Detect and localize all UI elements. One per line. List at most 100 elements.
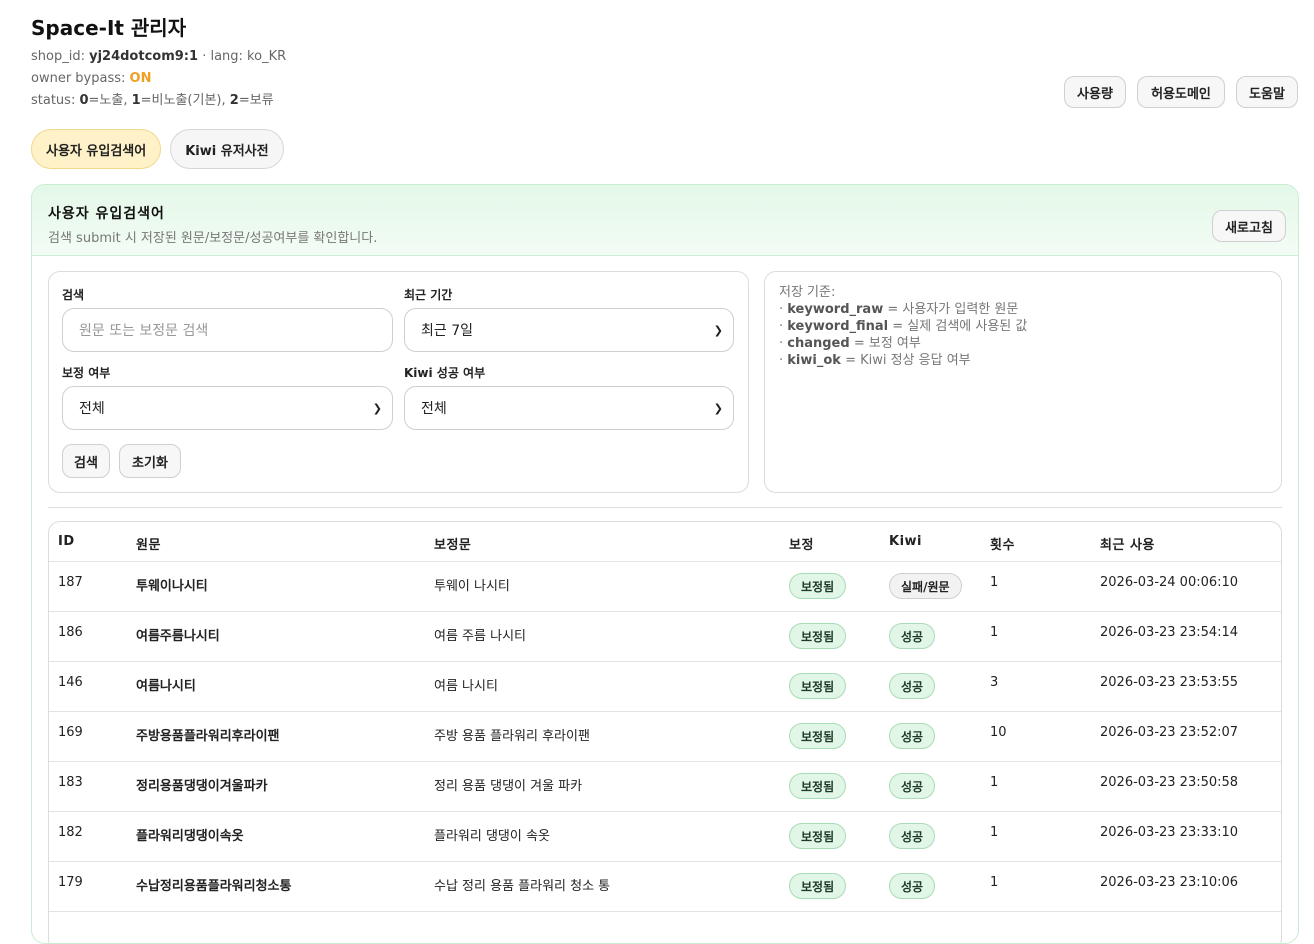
cell-last: 2026-03-23 23:54:14: [1100, 625, 1239, 640]
reset-button[interactable]: 초기화: [119, 444, 181, 478]
cell-raw: 정리용품댕댕이겨울파카: [136, 779, 268, 794]
kiwi-status-badge: 성공: [889, 823, 936, 849]
status-text-1: =비노출(기본),: [140, 93, 226, 108]
cell-count: 1: [990, 625, 999, 640]
shop-id-value: yj24dotcom9:1: [89, 49, 199, 64]
kiwi-select[interactable]: 전체 ❯: [404, 386, 734, 430]
panel-header: 사용자 유입검색어 검색 submit 시 저장된 원문/보정문/성공여부를 확…: [32, 185, 1298, 256]
cell-final: 주방 용품 플라워리 후라이팬: [434, 729, 590, 744]
table-row[interactable]: 186 여름주름나시티 여름 주름 나시티 1 2026-03-23 23:54:14 보…: [49, 612, 1281, 662]
keywords-table: ID 원문 보정문 보정 Kiwi 횟수 최근 사용 187 투웨이나시티 투웨이 …: [48, 521, 1282, 943]
cell-last: 2026-03-24 00:06:10: [1100, 575, 1239, 590]
kiwi-status-badge: 성공: [889, 873, 936, 899]
top-actions: 사용량 허용도메인 도움말: [1064, 76, 1298, 108]
keywords-panel: 사용자 유입검색어 검색 submit 시 저장된 원문/보정문/성공여부를 확…: [31, 184, 1299, 944]
cell-count: 10: [990, 725, 1007, 740]
lang-label: · lang: ko_KR: [202, 49, 287, 64]
kiwi-status-badge: 성공: [889, 673, 936, 699]
col-changed[interactable]: 보정: [789, 534, 814, 553]
cell-count: 3: [990, 675, 999, 690]
table-row[interactable]: 187 투웨이나시티 투웨이 나시티 1 2026-03-24 00:06:10 보정됨 실…: [49, 562, 1281, 612]
kiwi-label: Kiwi 성공 여부: [404, 366, 486, 380]
status-label: status:: [31, 93, 76, 108]
allowed-domains-button[interactable]: 허용도메인: [1137, 76, 1225, 108]
cell-last: 2026-03-23 23:52:07: [1100, 725, 1239, 740]
panel-title: 사용자 유입검색어: [48, 206, 165, 222]
shop-info: shop_id: yj24dotcom9:1 · lang: ko_KR: [31, 46, 286, 68]
note-item: · keyword_final = 실제 검색에 사용된 값: [779, 319, 1028, 334]
col-count[interactable]: 횟수: [990, 534, 1015, 553]
cell-id: 146: [58, 675, 83, 690]
cell-count: 1: [990, 775, 999, 790]
period-select[interactable]: 최근 7일 ❯: [404, 308, 734, 352]
table-row[interactable]: 169 주방용품플라워리후라이팬 주방 용품 플라워리 후라이팬 10 2026-03-…: [49, 712, 1281, 762]
search-button[interactable]: 검색: [62, 444, 110, 478]
col-kiwi[interactable]: Kiwi: [889, 534, 922, 549]
kiwi-status-badge: 성공: [889, 773, 936, 799]
note-item: · kiwi_ok = Kiwi 정상 응답 여부: [779, 353, 971, 368]
cell-final: 여름 나시티: [434, 679, 498, 694]
shop-id-label: shop_id:: [31, 49, 85, 64]
tab-kiwi-user-dictionary[interactable]: Kiwi 유저사전: [170, 129, 284, 169]
col-raw[interactable]: 원문: [136, 534, 161, 553]
changed-select-value: 전체: [79, 401, 105, 417]
storage-criteria-note: 저장 기준: · keyword_raw = 사용자가 입력한 원문 · key…: [764, 271, 1282, 493]
cell-final: 플라워리 댕댕이 속옷: [434, 829, 550, 844]
cell-final: 투웨이 나시티: [434, 579, 510, 594]
changed-badge: 보정됨: [789, 623, 847, 649]
chevron-down-icon: ❯: [713, 402, 723, 415]
table-row[interactable]: 179 수납정리용품플라워리청소통 수납 정리 용품 플라워리 청소 통 1 2026-…: [49, 862, 1281, 912]
owner-bypass: owner bypass: ON: [31, 68, 286, 90]
changed-badge: 보정됨: [789, 823, 847, 849]
refresh-button[interactable]: 새로고침: [1212, 210, 1286, 242]
cell-raw: 플라워리댕댕이속옷: [136, 829, 244, 844]
cell-id: 182: [58, 825, 83, 840]
cell-final: 수납 정리 용품 플라워리 청소 통: [434, 879, 611, 894]
changed-badge: 보정됨: [789, 573, 847, 599]
note-text: = 사용자가 입력한 원문: [887, 302, 1019, 317]
col-final[interactable]: 보정문: [434, 534, 471, 553]
note-item: · keyword_raw = 사용자가 입력한 원문: [779, 302, 1019, 317]
note-text: = 실제 검색에 사용된 값: [892, 319, 1028, 334]
kiwi-status-badge: 실패/원문: [889, 573, 962, 599]
cell-id: 187: [58, 575, 83, 590]
cell-raw: 투웨이나시티: [136, 579, 208, 594]
table-row[interactable]: 183 정리용품댕댕이겨울파카 정리 용품 댕댕이 겨울 파카 1 2026-03-23…: [49, 762, 1281, 812]
cell-count: 1: [990, 575, 999, 590]
cell-id: 179: [58, 875, 83, 890]
page-header: Space-It 관리자 shop_id: yj24dotcom9:1 · la…: [31, 14, 286, 112]
help-button[interactable]: 도움말: [1236, 76, 1298, 108]
period-label: 최근 기간: [404, 288, 453, 302]
note-text: = 보정 여부: [853, 336, 921, 351]
changed-badge: 보정됨: [789, 773, 847, 799]
col-id[interactable]: ID: [58, 534, 75, 549]
usage-button[interactable]: 사용량: [1064, 76, 1126, 108]
panel-subtitle: 검색 submit 시 저장된 원문/보정문/성공여부를 확인합니다.: [48, 231, 378, 246]
note-text: = Kiwi 정상 응답 여부: [845, 353, 971, 368]
changed-badge: 보정됨: [789, 873, 847, 899]
bypass-value: ON: [129, 71, 152, 86]
table-row[interactable]: 146 여름나시티 여름 나시티 3 2026-03-23 23:53:55 보정됨 성공: [49, 662, 1281, 712]
divider: [48, 507, 1282, 508]
filter-form: 검색 원문 또는 보정문 검색 최근 기간 최근 7일 ❯ 보정 여부 전체 ❯…: [48, 271, 749, 493]
table-row[interactable]: 182 플라워리댕댕이속옷 플라워리 댕댕이 속옷 1 2026-03-23 23:33…: [49, 812, 1281, 862]
kiwi-status-badge: 성공: [889, 723, 936, 749]
status-code-0: 0: [79, 93, 89, 108]
col-last-used[interactable]: 최근 사용: [1100, 534, 1155, 553]
cell-raw: 주방용품플라워리후라이팬: [136, 729, 280, 744]
changed-select[interactable]: 전체 ❯: [62, 386, 393, 430]
cell-count: 1: [990, 825, 999, 840]
note-key: keyword_raw: [787, 302, 884, 317]
note-key: kiwi_ok: [787, 353, 841, 368]
cell-last: 2026-03-23 23:10:06: [1100, 875, 1239, 890]
period-select-value: 최근 7일: [421, 323, 473, 339]
search-input[interactable]: 원문 또는 보정문 검색: [62, 308, 393, 352]
cell-final: 정리 용품 댕댕이 겨울 파카: [434, 779, 583, 794]
kiwi-select-value: 전체: [421, 401, 447, 417]
changed-badge: 보정됨: [789, 673, 847, 699]
tab-user-search-keywords[interactable]: 사용자 유입검색어: [31, 129, 162, 169]
table-header-row: ID 원문 보정문 보정 Kiwi 횟수 최근 사용: [49, 522, 1281, 562]
search-label: 검색: [62, 288, 85, 302]
status-text-0: =노출,: [88, 93, 128, 108]
cell-count: 1: [990, 875, 999, 890]
